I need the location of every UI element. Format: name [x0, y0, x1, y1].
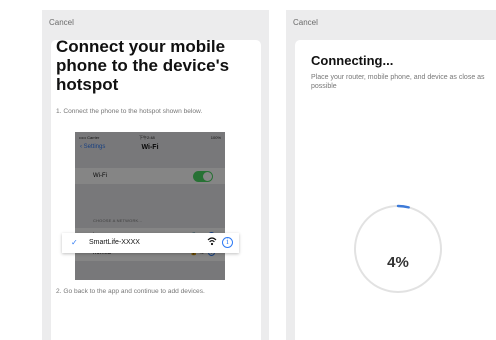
dim-overlay — [75, 132, 225, 280]
wifi-icon — [207, 237, 217, 246]
connecting-screen: Cancel Connecting... Place your router, … — [286, 10, 496, 340]
info-icon: i — [222, 237, 233, 248]
hotspot-screen: Cancel Connect your mobile phone to the … — [42, 10, 269, 340]
phone-settings-illustration: ••••• Carrier 下午2:48 100% ‹ Settings Wi-… — [75, 132, 225, 280]
cancel-button[interactable]: Cancel — [49, 18, 74, 27]
highlighted-network-row: ✓ SmartLife-XXXX i — [62, 233, 239, 253]
connecting-title: Connecting... — [311, 53, 394, 68]
step-one-text: 1. Connect the phone to the hotspot show… — [56, 108, 203, 115]
hotspot-network-name: SmartLife-XXXX — [89, 239, 140, 246]
progress-track — [354, 205, 442, 293]
progress-percent: 4% — [387, 254, 409, 271]
cancel-button[interactable]: Cancel — [293, 18, 318, 27]
checkmark-icon: ✓ — [71, 238, 78, 247]
page-title: Connect your mobile phone to the device'… — [56, 37, 230, 94]
progress-arc — [396, 204, 410, 209]
step-two-text: 2. Go back to the app and continue to ad… — [56, 288, 205, 295]
connecting-description: Place your router, mobile phone, and dev… — [311, 74, 485, 90]
progress-ring — [354, 204, 442, 293]
